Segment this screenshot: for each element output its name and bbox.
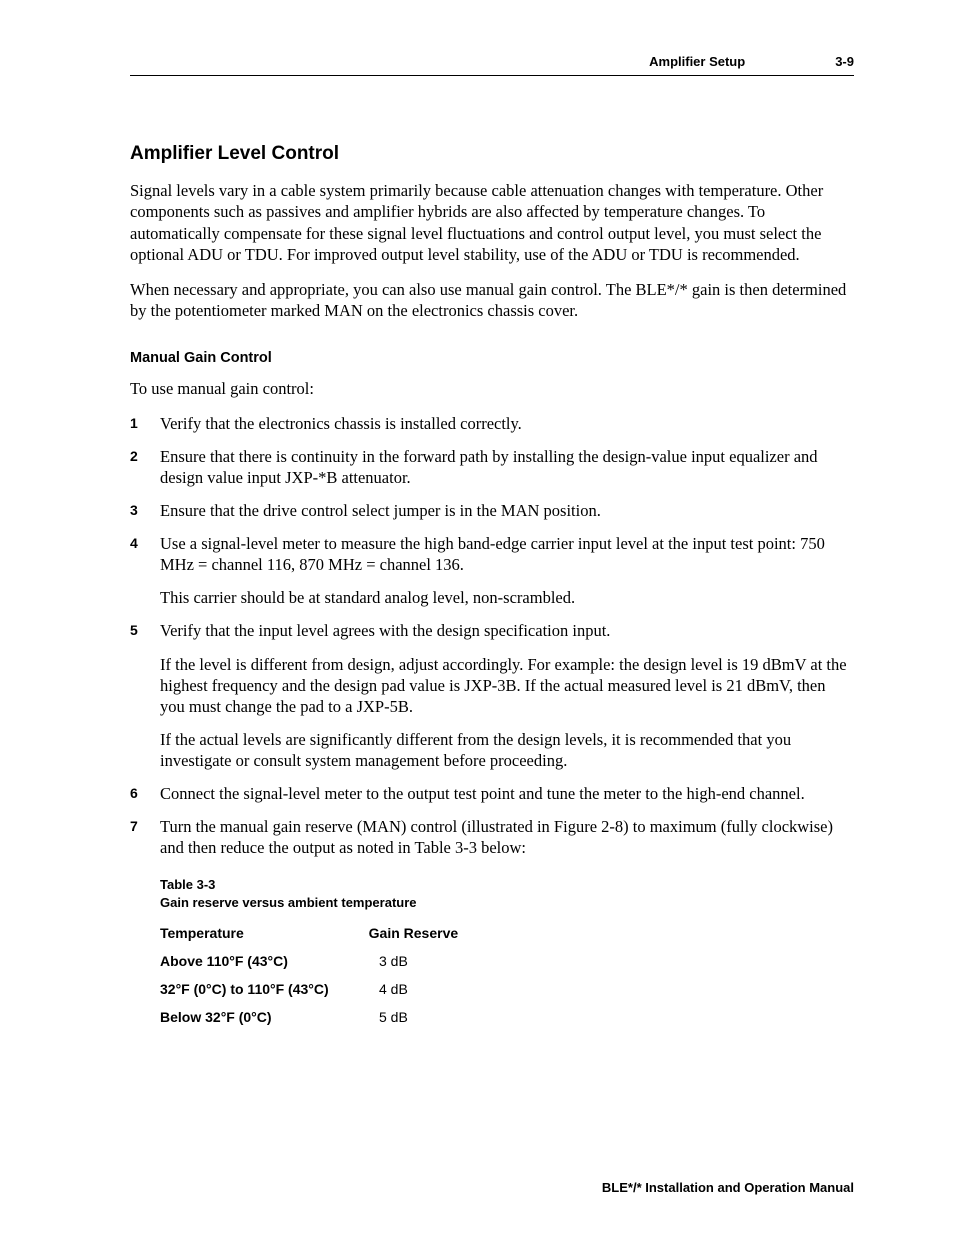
step-body: Turn the manual gain reserve (MAN) contr… <box>160 816 854 858</box>
step-text: Connect the signal-level meter to the ou… <box>160 783 854 804</box>
step-text-pre: Turn the manual gain reserve ( <box>160 817 362 836</box>
step-text: If the level is different from design, a… <box>160 654 854 717</box>
step-text: Ensure that the drive control select jum… <box>160 500 854 521</box>
intro-paragraph-2: When necessary and appropriate, you can … <box>130 279 854 321</box>
step-text-pre: Ensure that the drive control select jum… <box>160 501 501 520</box>
running-footer: BLE*/* Installation and Operation Manual <box>602 1180 854 1195</box>
header-section-name: Amplifier Setup <box>649 54 745 69</box>
step-body: Ensure that the drive control select jum… <box>160 500 854 521</box>
cell-temperature: Below 32°F (0°C) <box>160 1009 369 1037</box>
table-title: Gain reserve versus ambient temperature <box>160 895 417 910</box>
step-number: 2 <box>130 446 160 488</box>
page-content: Amplifier Level Control Signal levels va… <box>130 142 854 1037</box>
step-body: Ensure that there is continuity in the f… <box>160 446 854 488</box>
cell-gain: 4 dB <box>369 981 459 1009</box>
step-6: 6 Connect the signal-level meter to the … <box>130 783 854 804</box>
intro-paragraph-1: Signal levels vary in a cable system pri… <box>130 180 854 264</box>
step-body: Verify that the input level agrees with … <box>160 620 854 771</box>
step-text: If the actual levels are significantly d… <box>160 729 854 771</box>
step-number: 7 <box>130 816 160 858</box>
intro-paragraph-2-man: MAN <box>324 301 363 320</box>
step-text: Verify that the electronics chassis is i… <box>160 413 854 434</box>
step-text-man: MAN <box>501 501 540 520</box>
step-4: 4 Use a signal-level meter to measure th… <box>130 533 854 608</box>
steps-list: 1 Verify that the electronics chassis is… <box>130 413 854 859</box>
step-text-man: MAN <box>362 817 401 836</box>
cell-temperature: 32°F (0°C) to 110°F (43°C) <box>160 981 369 1009</box>
step-text: Turn the manual gain reserve (MAN) contr… <box>160 816 854 858</box>
step-number: 5 <box>130 620 160 771</box>
step-body: Use a signal-level meter to measure the … <box>160 533 854 608</box>
subsection-title: Manual Gain Control <box>130 349 854 368</box>
step-body: Verify that the electronics chassis is i… <box>160 413 854 434</box>
step-3: 3 Ensure that the drive control select j… <box>130 500 854 521</box>
cell-gain: 5 dB <box>369 1009 459 1037</box>
step-1: 1 Verify that the electronics chassis is… <box>130 413 854 434</box>
step-number: 4 <box>130 533 160 608</box>
cell-temperature: Above 110°F (43°C) <box>160 953 369 981</box>
step-number: 1 <box>130 413 160 434</box>
step-text: Use a signal-level meter to measure the … <box>160 533 854 575</box>
table-row: Below 32°F (0°C) 5 dB <box>160 1009 458 1037</box>
table-header-row: Temperature Gain Reserve <box>160 925 458 953</box>
step-text: This carrier should be at standard analo… <box>160 587 854 608</box>
step-number: 3 <box>130 500 160 521</box>
step-5: 5 Verify that the input level agrees wit… <box>130 620 854 771</box>
table-label: Table 3-3 <box>160 877 215 892</box>
step-text: Verify that the input level agrees with … <box>160 620 854 641</box>
step-7: 7 Turn the manual gain reserve (MAN) con… <box>130 816 854 858</box>
step-text-post: position. <box>539 501 600 520</box>
step-body: Connect the signal-level meter to the ou… <box>160 783 854 804</box>
running-header: Amplifier Setup 3-9 <box>130 54 854 76</box>
table-row: Above 110°F (43°C) 3 dB <box>160 953 458 981</box>
step-text: Ensure that there is continuity in the f… <box>160 446 854 488</box>
table-row: 32°F (0°C) to 110°F (43°C) 4 dB <box>160 981 458 1009</box>
subsection-intro: To use manual gain control: <box>130 378 854 399</box>
table-header-gain-reserve: Gain Reserve <box>369 925 459 953</box>
gain-reserve-table: Temperature Gain Reserve Above 110°F (43… <box>160 925 458 1037</box>
step-2: 2 Ensure that there is continuity in the… <box>130 446 854 488</box>
section-title: Amplifier Level Control <box>130 142 854 166</box>
cell-gain: 3 dB <box>369 953 459 981</box>
step-number: 6 <box>130 783 160 804</box>
table-caption: Table 3-3 Gain reserve versus ambient te… <box>160 876 854 911</box>
header-page-number: 3-9 <box>835 54 854 69</box>
intro-paragraph-2b: on the electronics chassis cover. <box>363 301 578 320</box>
table-header-temperature: Temperature <box>160 925 369 953</box>
